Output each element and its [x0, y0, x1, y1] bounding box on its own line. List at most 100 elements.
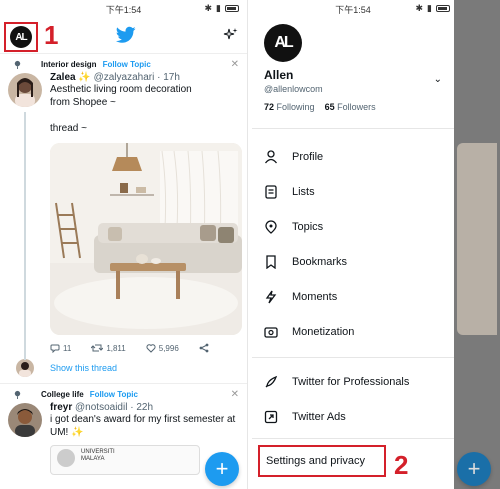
sparkle-emoji: ✨ — [78, 72, 91, 83]
account-name[interactable]: Allen — [264, 68, 442, 82]
account-handle: @allenlowcom — [264, 84, 323, 94]
tweet-text-line: UM! ✨ — [50, 427, 84, 438]
tweet-text-line: i got dean's award for my first semester… — [50, 414, 236, 425]
following-count: 72 — [264, 102, 275, 112]
menu-item-label: Lists — [292, 185, 315, 198]
compose-tweet-button: + — [457, 452, 491, 486]
author-name[interactable]: freyr — [50, 402, 72, 413]
following-link[interactable]: 72 Following — [264, 102, 315, 112]
followers-link[interactable]: 65 Followers — [325, 102, 376, 112]
signal-icon: ▮ — [216, 3, 221, 13]
menu-item-profile[interactable]: Profile — [252, 139, 454, 174]
tweet-text: Aesthetic living room decoration from Sh… — [50, 83, 239, 135]
like-button[interactable]: 5,996 — [146, 343, 179, 353]
bluetooth-icon: ✱ — [415, 3, 424, 13]
avatar: AL — [10, 26, 32, 48]
menu-item-label: Bookmarks — [292, 255, 348, 268]
monetization-icon — [264, 326, 278, 338]
navigation-drawer-screen: + 下午1:54 ✱ ▮ AL Allen @allenlowcom ⌄ 72 … — [252, 0, 500, 489]
share-button[interactable] — [199, 343, 209, 353]
profile-avatar-button[interactable]: AL — [4, 22, 38, 52]
bluetooth-icon: ✱ — [204, 3, 213, 13]
sparkle-icon[interactable] — [223, 27, 239, 43]
menu-item-twitter-ads[interactable]: Twitter Ads — [252, 399, 454, 434]
university-seal-icon — [57, 449, 75, 467]
show-thread-label: Show this thread — [50, 363, 118, 373]
doc-text: MALAYA — [81, 456, 105, 462]
follow-topic-button[interactable]: Follow Topic — [90, 390, 138, 399]
tweet-header: Zalea ✨ @zalyazahari · 17h — [50, 69, 239, 83]
menu-item-bookmarks[interactable]: Bookmarks — [252, 244, 454, 279]
annotation-number-1: 1 — [44, 20, 59, 50]
tweet-photo[interactable] — [50, 143, 242, 335]
tweet-actions: 11 1,811 5,996 — [50, 335, 239, 353]
retweet-count: 1,811 — [106, 343, 126, 353]
tweet-text: i got dean's award for my first semester… — [50, 413, 239, 439]
tweet-text-line: thread ~ — [50, 123, 87, 134]
tweet-card[interactable]: Interior design Follow Topic ✕ Zalea ✨ @… — [0, 54, 247, 377]
settings-and-privacy-button[interactable]: Settings and privacy — [258, 445, 386, 477]
tweet-image[interactable]: UNIVERSITI MALAYA — [50, 445, 200, 475]
drawer-menu: Profile Lists Topics Bookmarks Moments M… — [252, 129, 454, 349]
status-time: 下午1:54 — [105, 4, 142, 15]
followers-label: Followers — [337, 102, 376, 112]
avatar[interactable] — [8, 403, 42, 437]
battery-icon — [436, 5, 450, 12]
side-drawer: 下午1:54 ✱ ▮ AL Allen @allenlowcom ⌄ 72 Fo… — [252, 0, 454, 489]
topic-row: College life Follow Topic ✕ — [0, 384, 247, 400]
author-name[interactable]: Zalea — [50, 72, 76, 83]
avatar[interactable] — [8, 73, 42, 107]
menu-item-moments[interactable]: Moments — [252, 279, 454, 314]
show-thread-link[interactable]: Show this thread — [0, 353, 247, 377]
share-icon — [199, 343, 209, 353]
menu-item-twitter-for-professionals[interactable]: Twitter for Professionals — [252, 364, 454, 399]
chevron-down-icon[interactable]: ⌄ — [434, 74, 442, 85]
tweet-text-line: from Shopee ~ — [50, 97, 116, 108]
dimmed-photo — [457, 143, 497, 335]
menu-item-monetization[interactable]: Monetization — [252, 314, 454, 349]
menu-item-label: Twitter for Professionals — [292, 375, 410, 388]
dimmed-timeline[interactable]: + — [454, 0, 500, 489]
topics-icon — [265, 219, 277, 234]
settings-label: Settings and privacy — [266, 455, 366, 467]
menu-item-topics[interactable]: Topics — [252, 209, 454, 244]
follow-topic-button[interactable]: Follow Topic — [103, 60, 151, 69]
menu-item-label: Monetization — [292, 325, 355, 338]
author-handle: @zalyazahari · 17h — [93, 72, 180, 83]
list-icon — [265, 184, 277, 199]
tweet-content: Zalea ✨ @zalyazahari · 17h Aesthetic liv… — [0, 69, 247, 353]
compose-tweet-button[interactable]: + — [205, 452, 239, 486]
tweet-header: freyr @notsoaidil · 22h — [50, 399, 239, 413]
person-icon — [264, 149, 278, 163]
status-bar: 下午1:54 ✱ ▮ — [0, 0, 247, 18]
avatar — [16, 359, 34, 377]
topic-row: Interior design Follow Topic ✕ — [0, 54, 247, 70]
rocket-icon — [265, 375, 278, 387]
ads-icon — [264, 410, 278, 423]
heart-icon — [146, 344, 156, 353]
reply-button[interactable]: 11 — [50, 343, 71, 353]
reply-count: 11 — [63, 343, 72, 353]
doc-text: UNIVERSITI — [81, 449, 115, 455]
topic-icon — [14, 390, 21, 399]
author-handle: @notsoaidil · 22h — [75, 402, 154, 413]
followers-count: 65 — [324, 102, 335, 112]
menu-item-label: Profile — [292, 150, 324, 163]
top-bar: AL 1 — [0, 18, 247, 54]
menu-item-label: Twitter Ads — [292, 410, 346, 423]
avatar[interactable]: AL — [264, 24, 302, 62]
moments-icon — [265, 290, 277, 303]
annotation-number-2: 2 — [394, 450, 409, 480]
like-count: 5,996 — [158, 343, 179, 353]
menu-item-lists[interactable]: Lists — [252, 174, 454, 209]
topic-icon — [14, 60, 21, 69]
tweet-text-line: Aesthetic living room decoration — [50, 84, 192, 95]
bookmark-icon — [266, 254, 276, 269]
follow-stats: 72 Following 65 Followers — [264, 102, 442, 112]
menu-item-label: Moments — [292, 290, 338, 303]
signal-icon: ▮ — [427, 3, 432, 13]
retweet-button[interactable]: 1,811 — [91, 343, 126, 353]
professional-menu: Twitter for Professionals Twitter Ads — [252, 358, 454, 434]
status-icons: ✱ ▮ — [415, 3, 450, 14]
status-icons: ✱ ▮ — [204, 3, 239, 14]
